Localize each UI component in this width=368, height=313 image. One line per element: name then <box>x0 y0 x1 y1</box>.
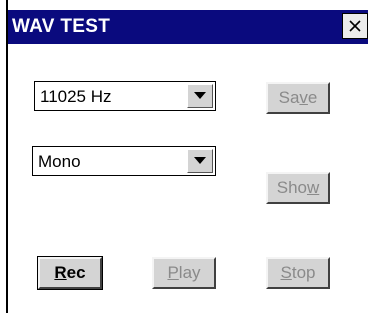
play-button[interactable]: Play <box>152 257 216 289</box>
show-button[interactable]: Sho w <box>266 172 330 204</box>
sample-rate-dropdown[interactable]: 11025 Hz <box>34 81 216 111</box>
close-button[interactable] <box>342 13 368 39</box>
save-label-mnemonic: v <box>299 88 308 107</box>
save-button[interactable]: Sa v e <box>266 82 330 114</box>
rec-button[interactable]: Rec <box>37 256 103 290</box>
show-label-pre: Sho <box>276 178 307 197</box>
channels-value: Mono <box>38 152 81 171</box>
play-label-mnemonic: P <box>167 263 179 282</box>
save-label-post: e <box>307 88 318 107</box>
stop-button[interactable]: Stop <box>266 257 330 289</box>
show-label-mnemonic: w <box>306 178 320 197</box>
wav-test-dialog: WAV TEST 11025 Hz Save Mono Show Rec <box>8 10 368 313</box>
rec-label-mnemonic: R <box>54 263 67 282</box>
chevron-down-icon <box>194 92 206 99</box>
sample-rate-value: 11025 Hz <box>40 87 112 106</box>
stop-label-mnemonic: S <box>280 263 292 282</box>
save-label-pre: Sa <box>278 88 300 107</box>
chevron-down-icon <box>194 157 206 164</box>
rec-label-post: ec <box>66 263 86 282</box>
channels-dropdown[interactable]: Mono <box>32 146 216 176</box>
play-label-post: lay <box>178 263 201 282</box>
sample-rate-dropdown-button[interactable] <box>187 84 213 108</box>
channels-dropdown-button[interactable] <box>187 149 213 173</box>
window-title: WAV TEST <box>12 16 111 37</box>
stop-label-post: top <box>291 263 316 282</box>
title-bar[interactable]: WAV TEST <box>8 10 368 44</box>
close-icon <box>349 20 361 32</box>
